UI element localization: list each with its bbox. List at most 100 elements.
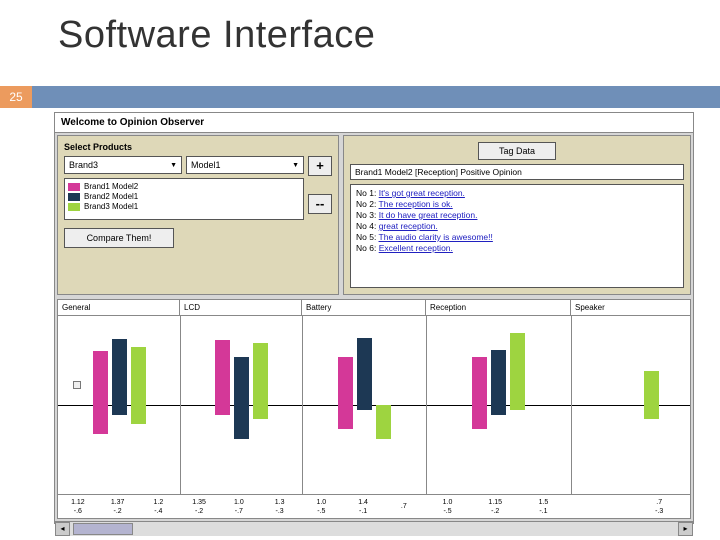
chart-tick: .7 [384, 495, 424, 518]
chart-tick: .7-.3 [628, 495, 690, 518]
opinion-item: No 3: It do have great reception. [356, 210, 678, 220]
remove-product-button[interactable]: -- [308, 194, 332, 214]
chart-divider [180, 316, 181, 494]
chart-bar [338, 357, 353, 405]
opinion-num: No 2: [356, 199, 376, 209]
chevron-down-icon: ▼ [292, 162, 299, 169]
opinion-item: No 6: Excellent reception. [356, 243, 678, 253]
accent-bar [0, 86, 720, 108]
chart-tick: 1.12-.6 [58, 495, 98, 518]
swatch-icon [68, 183, 80, 191]
opinion-panel: Tag Data Brand1 Model2 [Reception] Posit… [343, 135, 691, 295]
facet-header: LCD [180, 300, 302, 315]
select-products-panel: Select Products Brand3 ▼ Model1 ▼ [57, 135, 339, 295]
chart-bar [215, 340, 230, 405]
facet-header: Speaker [571, 300, 690, 315]
horizontal-scrollbar[interactable]: ◂ ▸ [55, 521, 693, 536]
chart-baseline [58, 405, 690, 406]
brand-dropdown-value: Brand3 [69, 160, 98, 170]
chart-bar [253, 405, 268, 419]
slide-title: Software Interface [58, 14, 375, 57]
chart-tick: 1.0-.7 [219, 495, 259, 518]
facet-header: Reception [426, 300, 571, 315]
brand-dropdown[interactable]: Brand3 ▼ [64, 156, 182, 174]
chart-body [58, 316, 690, 494]
facet-headers: General LCD Battery Reception Speaker [58, 300, 690, 316]
opinion-item: No 2: The reception is ok. [356, 199, 678, 209]
swatch-icon [68, 193, 80, 201]
chart-ticks: 1.12-.61.37-.21.2-.41.35-.21.0-.71.3-.31… [58, 494, 690, 518]
opinion-list: No 1: It's got great reception. No 2: Th… [350, 184, 684, 288]
legend-row: Brand1 Model2 [68, 182, 300, 191]
model-dropdown-value: Model1 [191, 160, 221, 170]
legend-label: Brand3 Model1 [84, 202, 138, 211]
facet-header: General [58, 300, 180, 315]
add-product-button[interactable]: + [308, 156, 332, 176]
chart-divider [571, 316, 572, 494]
legend-label: Brand2 Model1 [84, 192, 138, 201]
chart-bar [234, 405, 249, 439]
chart-bar [357, 338, 372, 405]
app-window: Welcome to Opinion Observer Select Produ… [54, 112, 694, 524]
chart-bar [510, 333, 525, 405]
resize-handle-icon[interactable] [73, 381, 81, 389]
chart-bar [510, 405, 525, 410]
chart-bar [234, 357, 249, 405]
chart-bar [376, 405, 391, 439]
chart-bar [491, 350, 506, 405]
window-title: Welcome to Opinion Observer [55, 113, 693, 133]
scroll-thumb[interactable] [73, 523, 133, 535]
chart-bar [131, 405, 146, 424]
chart-tick: 1.2-.4 [138, 495, 180, 518]
opinion-num: No 6: [356, 243, 376, 253]
opinion-link[interactable]: Excellent reception. [379, 243, 453, 253]
compare-button[interactable]: Compare Them! [64, 228, 174, 248]
opinion-link[interactable]: The reception is ok. [379, 199, 453, 209]
chart-bar [338, 405, 353, 429]
slide: Software Interface 25 Welcome to Opinion… [0, 0, 720, 540]
chart-bar [357, 405, 372, 410]
legend-row: Brand3 Model1 [68, 202, 300, 211]
chart-tick: 1.4-.1 [342, 495, 384, 518]
facet-header: Battery [302, 300, 426, 315]
chart-bar [215, 405, 230, 415]
selectors-row: Brand3 ▼ Model1 ▼ [64, 156, 304, 174]
opinion-link[interactable]: It's got great reception. [379, 188, 465, 198]
page-number: 25 [0, 86, 32, 108]
opinion-header: Brand1 Model2 [Reception] Positive Opini… [350, 164, 684, 180]
chart-bar [93, 351, 108, 405]
chart-bar [644, 405, 659, 419]
opinion-num: No 5: [356, 232, 376, 242]
chart-tick: 1.5-.1 [519, 495, 568, 518]
chart-tick: 1.37-.2 [98, 495, 138, 518]
upper-region: Select Products Brand3 ▼ Model1 ▼ [55, 133, 693, 297]
opinion-item: No 1: It's got great reception. [356, 188, 678, 198]
chart-tick: 1.35-.2 [179, 495, 219, 518]
scroll-right-button[interactable]: ▸ [678, 522, 693, 536]
model-dropdown[interactable]: Model1 ▼ [186, 156, 304, 174]
chart-bar [131, 347, 146, 405]
legend-row: Brand2 Model1 [68, 192, 300, 201]
legend-box: Brand1 Model2 Brand2 Model1 Brand3 Model… [64, 178, 304, 220]
select-products-label: Select Products [64, 142, 332, 152]
chart-bar [93, 405, 108, 434]
opinion-link[interactable]: great reception. [379, 221, 438, 231]
chart-bar [491, 405, 506, 415]
opinion-item: No 4: great reception. [356, 221, 678, 231]
opinion-link[interactable]: The audio clarity is awesome!! [379, 232, 493, 242]
chart-bar [644, 371, 659, 405]
chart-tick: 1.0-.5 [300, 495, 342, 518]
scroll-left-button[interactable]: ◂ [55, 522, 70, 536]
chart-divider [426, 316, 427, 494]
opinion-item: No 5: The audio clarity is awesome!! [356, 232, 678, 242]
chart-tick: 1.3-.3 [259, 495, 301, 518]
add-remove-buttons: + -- [308, 156, 332, 220]
chart-bar [112, 339, 127, 405]
chart-bar [472, 357, 487, 405]
opinion-link[interactable]: It do have great reception. [379, 210, 478, 220]
tag-data-button[interactable]: Tag Data [478, 142, 556, 160]
chart-bar [472, 405, 487, 429]
chart-bar [253, 343, 268, 405]
chevron-down-icon: ▼ [170, 162, 177, 169]
swatch-icon [68, 203, 80, 211]
